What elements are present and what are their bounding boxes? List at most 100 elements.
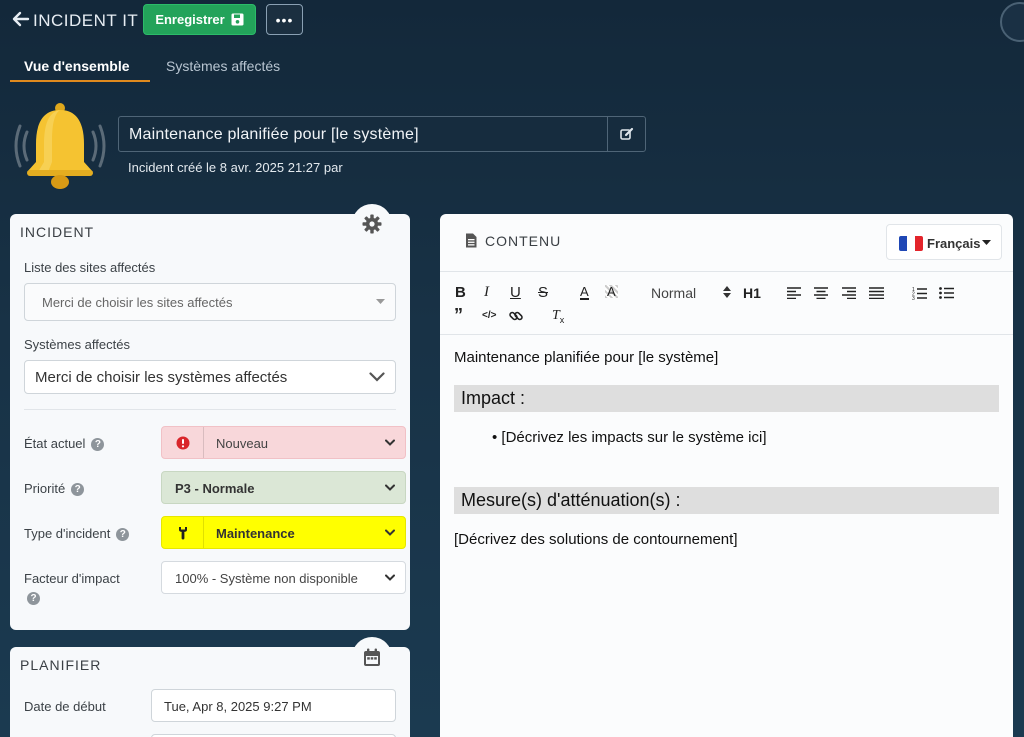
save-button[interactable]: Enregistrer: [143, 4, 256, 35]
chevron-down-icon: [385, 439, 395, 446]
chevron-down-icon: [385, 574, 395, 581]
priority-label-text: Priorité: [24, 481, 66, 496]
editor-heading: Mesure(s) d'atténuation(s) :: [454, 487, 999, 514]
tab-overview[interactable]: Vue d'ensemble: [24, 58, 130, 74]
state-icon-segment: [162, 427, 204, 458]
incident-type-select[interactable]: Maintenance: [161, 516, 406, 549]
bold-icon[interactable]: B: [455, 284, 466, 301]
editor-line: [Décrivez des solutions de contournement…: [454, 531, 738, 548]
floppy-disk-icon: [231, 13, 244, 26]
more-options-button[interactable]: •••: [266, 4, 303, 35]
incident-title: Maintenance planifiée pour [le système]: [129, 126, 419, 143]
incident-card-title: INCIDENT: [20, 224, 95, 240]
systems-label: Systèmes affectés: [24, 337, 130, 352]
priority-select[interactable]: P3 - Normale: [161, 471, 406, 504]
content-card: CONTENU Français B I U S A A Normal H1 1…: [440, 214, 1013, 737]
text-color-icon[interactable]: A: [580, 285, 589, 300]
content-card-header: CONTENU Français: [440, 214, 1013, 271]
type-label: Type d'incident?: [24, 526, 130, 541]
heading1-icon[interactable]: H1: [743, 285, 761, 301]
app-title: INCIDENT IT: [33, 11, 139, 30]
editor-toolbar: B I U S A A Normal H1 1 2 3 ” </> Tx: [440, 271, 1013, 335]
sort-arrows-icon: [723, 286, 731, 298]
editor-line: Maintenance planifiée pour [le système]: [454, 349, 719, 366]
caret-down-icon: [982, 240, 991, 245]
sites-select[interactable]: Merci de choisir les sites affectés: [24, 283, 396, 321]
state-label: État actuel?: [24, 436, 105, 451]
calendar-button[interactable]: [352, 637, 392, 677]
align-justify-icon[interactable]: [869, 287, 884, 299]
save-button-label: Enregistrer: [155, 12, 225, 27]
heading-select[interactable]: Normal: [651, 285, 696, 301]
sites-placeholder: Merci de choisir les sites affectés: [42, 295, 233, 310]
blockquote-icon[interactable]: ”: [454, 306, 463, 324]
gear-icon: [362, 214, 382, 234]
link-icon[interactable]: [509, 309, 523, 323]
impact-select[interactable]: 100% - Système non disponible: [161, 561, 406, 594]
content-card-title: CONTENU: [485, 233, 562, 249]
caret-down-icon: [376, 299, 385, 304]
language-value: Français: [927, 236, 981, 251]
state-select[interactable]: Nouveau: [161, 426, 406, 459]
background-color-icon[interactable]: A: [605, 285, 618, 298]
priority-label: Priorité?: [24, 481, 85, 496]
incident-title-field[interactable]: Maintenance planifiée pour [le système]: [118, 116, 646, 152]
wrench-icon: [178, 526, 187, 539]
incident-type-value: Maintenance: [216, 526, 295, 541]
schedule-card-title: PLANIFIER: [20, 657, 102, 673]
settings-button[interactable]: [352, 204, 392, 244]
incident-card: INCIDENT Liste des sites affectés Merci …: [10, 204, 410, 630]
help-icon[interactable]: ?: [71, 483, 85, 496]
active-tab-indicator: [10, 80, 150, 82]
clear-format-icon[interactable]: Tx: [552, 308, 564, 325]
align-right-icon[interactable]: [842, 287, 856, 299]
help-icon[interactable]: ?: [27, 592, 40, 605]
strikethrough-icon[interactable]: S: [538, 284, 548, 301]
arrow-left-icon[interactable]: [12, 10, 30, 28]
edit-title-button[interactable]: [607, 117, 645, 151]
tab-affected-systems[interactable]: Systèmes affectés: [166, 58, 280, 74]
editor-heading: Impact :: [454, 385, 999, 412]
language-select[interactable]: Français: [886, 224, 1002, 260]
underline-icon[interactable]: U: [510, 284, 521, 301]
state-value: Nouveau: [216, 436, 269, 451]
start-date-label: Date de début: [24, 699, 106, 714]
edit-icon: [619, 127, 633, 140]
systems-select[interactable]: Merci de choisir les systèmes affectés: [24, 360, 396, 394]
calendar-icon: [364, 648, 380, 666]
impact-label: Facteur d'impact: [24, 571, 120, 586]
svg-text:3: 3: [912, 296, 915, 300]
search-icon[interactable]: [1000, 2, 1024, 42]
bell-icon: [8, 100, 114, 195]
systems-placeholder: Merci de choisir les systèmes affectés: [35, 369, 288, 386]
help-icon[interactable]: ?: [116, 528, 130, 541]
sites-label: Liste des sites affectés: [24, 260, 156, 275]
tab-bar: Vue d'ensemble Systèmes affectés: [0, 50, 1024, 82]
align-center-icon[interactable]: [814, 287, 828, 299]
exclamation-circle-icon: [176, 436, 189, 449]
created-info: Incident créé le 8 avr. 2025 21:27 par: [128, 160, 343, 175]
state-label-text: État actuel: [24, 436, 86, 451]
align-left-icon[interactable]: [787, 287, 801, 299]
type-icon-segment: [162, 517, 204, 548]
impact-value: 100% - Système non disponible: [175, 571, 358, 586]
editor-bullet: • [Décrivez les impacts sur le système i…: [492, 429, 767, 446]
start-date-value: Tue, Apr 8, 2025 9:27 PM: [164, 699, 312, 714]
italic-icon[interactable]: I: [484, 284, 489, 301]
type-label-text: Type d'incident: [24, 526, 111, 541]
schedule-card: PLANIFIER Date de début Tue, Apr 8, 2025…: [10, 637, 410, 737]
ordered-list-icon[interactable]: 1 2 3: [912, 286, 927, 300]
help-icon[interactable]: ?: [91, 438, 105, 451]
top-bar: INCIDENT IT Enregistrer •••: [0, 0, 1024, 42]
rich-text-editor[interactable]: Maintenance planifiée pour [le système] …: [440, 335, 1013, 737]
code-icon[interactable]: </>: [482, 310, 496, 321]
chevron-down-icon: [385, 484, 395, 491]
document-icon: [466, 233, 477, 248]
chevron-down-icon: [385, 529, 395, 536]
bullet-list-icon[interactable]: [939, 286, 954, 300]
chevron-down-icon: [369, 372, 385, 382]
section-divider: [24, 409, 396, 410]
france-flag-icon: [899, 236, 923, 251]
start-date-input[interactable]: Tue, Apr 8, 2025 9:27 PM: [151, 689, 396, 722]
priority-value: P3 - Normale: [175, 481, 255, 496]
